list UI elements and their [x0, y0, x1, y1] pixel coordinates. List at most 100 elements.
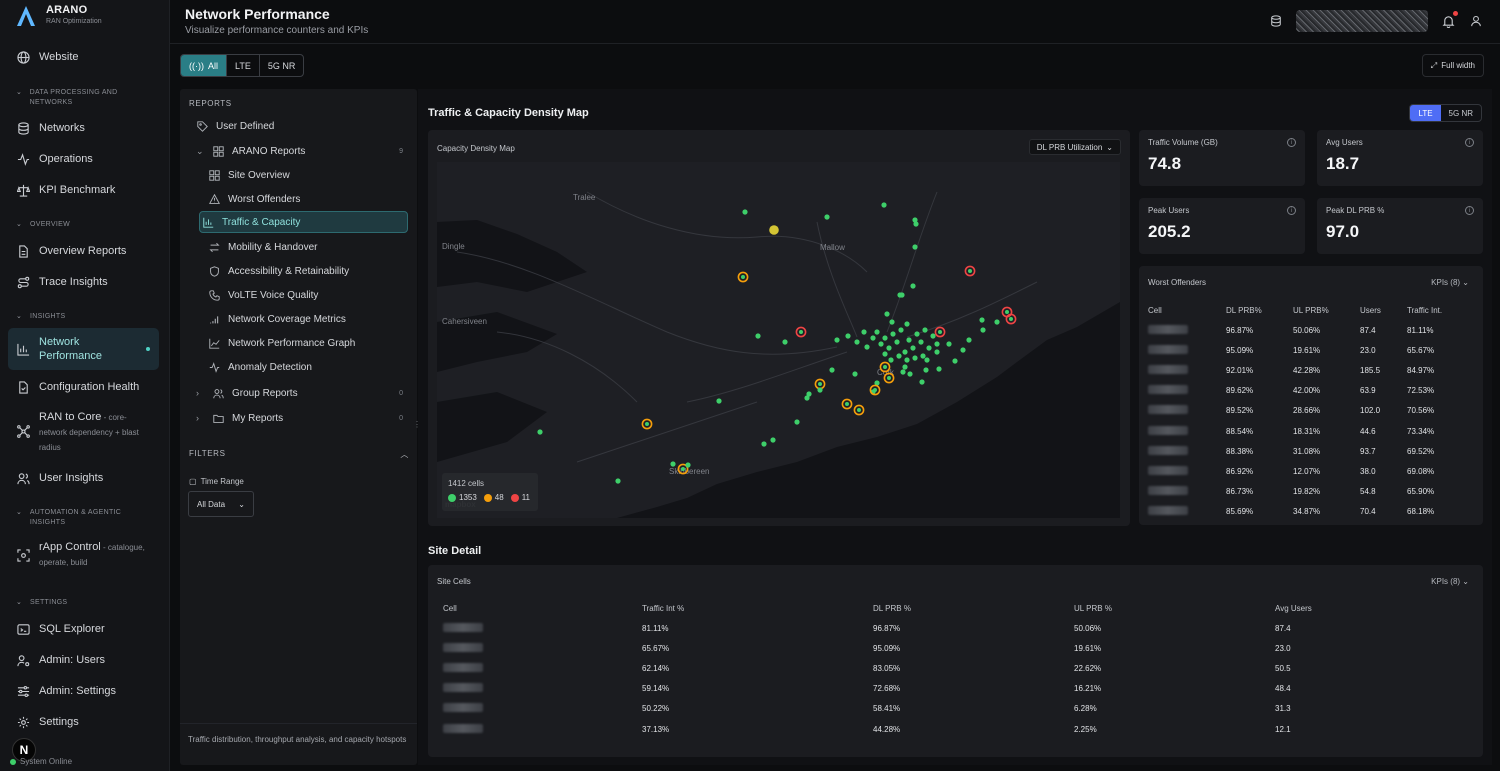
cell-marker[interactable] — [896, 353, 902, 359]
cell-marker[interactable] — [910, 345, 916, 351]
cell-marker[interactable] — [960, 347, 966, 353]
cell-marker[interactable] — [900, 369, 906, 375]
user-icon[interactable] — [1468, 13, 1484, 29]
cell-marker[interactable] — [923, 367, 929, 373]
table-row[interactable]: 89.62% 42.00% 63.9 72.53% — [1148, 381, 1474, 401]
density-map[interactable]: Tralee Dingle Mallow Cahersiveen Cork Sk… — [437, 162, 1120, 518]
info-icon[interactable]: i — [1465, 138, 1474, 147]
table-row[interactable]: 59.14% 72.68% 16.21% 48.4 — [443, 679, 1473, 699]
database-icon[interactable] — [1268, 13, 1284, 29]
cell-marker[interactable] — [890, 331, 896, 337]
table-row[interactable]: 88.54% 18.31% 44.6 73.34% — [1148, 421, 1474, 441]
cell-marker[interactable] — [824, 214, 830, 220]
cell-marker[interactable] — [936, 366, 942, 372]
cell-name-redacted[interactable] — [443, 699, 642, 719]
cell-marker[interactable] — [537, 429, 543, 435]
column-header[interactable]: UL PRB% — [1293, 300, 1360, 320]
cell-marker[interactable] — [979, 317, 985, 323]
full-width-button[interactable]: ⤢ Full width — [1421, 54, 1484, 77]
cell-marker[interactable] — [874, 329, 880, 335]
sidebar-item-ran-to-core[interactable]: RAN to Core - core-network dependency + … — [8, 410, 159, 456]
cell-marker[interactable] — [907, 371, 913, 377]
cell-name-redacted[interactable] — [1148, 502, 1226, 522]
cell-name-redacted[interactable] — [1148, 482, 1226, 502]
cell-marker[interactable] — [852, 371, 858, 377]
report-anomaly-detection[interactable]: Anomaly Detection — [206, 356, 421, 378]
cell-name-redacted[interactable] — [443, 719, 642, 739]
cell-marker[interactable] — [946, 341, 952, 347]
cell-marker[interactable] — [910, 283, 916, 289]
cell-marker[interactable] — [966, 337, 972, 343]
reports-arano-folder[interactable]: ⌄ ARANO Reports 9 — [194, 140, 409, 162]
cell-marker[interactable] — [884, 311, 890, 317]
cell-marker[interactable] — [898, 327, 904, 333]
cell-marker[interactable] — [854, 339, 860, 345]
table-row[interactable]: 92.01% 42.28% 185.5 84.97% — [1148, 360, 1474, 380]
cell-marker[interactable] — [782, 339, 788, 345]
tab-lte[interactable]: LTE — [1410, 105, 1441, 121]
reports-group-folder[interactable]: › Group Reports 0 — [194, 382, 409, 404]
info-icon[interactable]: i — [1287, 206, 1296, 215]
cell-marker[interactable] — [920, 353, 926, 359]
cell-name-redacted[interactable] — [1148, 441, 1226, 461]
section-automation[interactable]: ⌄ AUTOMATION & AGENTIC INSIGHTS — [16, 508, 156, 528]
table-row[interactable]: 89.52% 28.66% 102.0 70.56% — [1148, 401, 1474, 421]
cell-name-redacted[interactable] — [443, 658, 642, 678]
table-row[interactable]: 86.73% 19.82% 54.8 65.90% — [1148, 482, 1474, 502]
brand[interactable]: ARANO RAN Optimization — [16, 4, 102, 27]
sidebar-item-operations[interactable]: Operations — [8, 146, 159, 172]
cell-marker[interactable] — [670, 461, 676, 467]
cell-marker[interactable] — [716, 398, 722, 404]
report-accessibility[interactable]: Accessibility & Retainability — [206, 260, 421, 282]
cell-name-redacted[interactable] — [1148, 461, 1226, 481]
sidebar-item-kpi-benchmark[interactable]: KPI Benchmark — [8, 177, 159, 203]
cell-marker[interactable] — [902, 364, 908, 370]
cell-marker[interactable] — [870, 335, 876, 341]
table-row[interactable]: 50.22% 58.41% 6.28% 31.3 — [443, 699, 1473, 719]
column-header[interactable]: DL PRB % — [873, 598, 1074, 618]
cell-marker[interactable] — [769, 225, 779, 235]
cell-marker[interactable] — [930, 333, 936, 339]
cell-marker[interactable] — [845, 333, 851, 339]
report-traffic-capacity[interactable]: Traffic & Capacity — [199, 211, 408, 233]
cell-marker[interactable] — [889, 319, 895, 325]
cell-marker[interactable] — [899, 292, 905, 298]
cell-marker[interactable] — [615, 478, 621, 484]
section-settings[interactable]: ⌄ SETTINGS — [16, 598, 156, 608]
sidebar-item-admin-settings[interactable]: Admin: Settings — [8, 678, 159, 704]
cell-marker[interactable] — [914, 331, 920, 337]
table-row[interactable]: 65.67% 95.09% 19.61% 23.0 — [443, 638, 1473, 658]
sidebar-item-user-insights[interactable]: User Insights — [8, 465, 159, 491]
cell-name-redacted[interactable] — [443, 638, 642, 658]
cell-marker[interactable] — [861, 329, 867, 335]
kpis-dropdown[interactable]: KPIs (8) ⌄ — [1431, 577, 1469, 586]
table-row[interactable]: 95.09% 19.61% 23.0 65.67% — [1148, 340, 1474, 360]
cell-marker[interactable] — [878, 341, 884, 347]
sidebar-item-sql-explorer[interactable]: SQL Explorer — [8, 616, 159, 642]
time-range-select[interactable]: All Data ⌄ — [188, 491, 254, 517]
reports-my-folder[interactable]: › My Reports 0 — [194, 407, 409, 429]
cell-marker[interactable] — [904, 321, 910, 327]
cell-marker[interactable] — [882, 351, 888, 357]
tab-all[interactable]: ((·)) All — [181, 55, 228, 76]
report-performance-graph[interactable]: Network Performance Graph — [206, 332, 421, 354]
info-icon[interactable]: i — [1287, 138, 1296, 147]
table-row[interactable]: 86.92% 12.07% 38.0 69.08% — [1148, 461, 1474, 481]
cell-name-redacted[interactable] — [1148, 360, 1226, 380]
sidebar-item-configuration-health[interactable]: Configuration Health — [8, 374, 159, 400]
cell-marker[interactable] — [919, 379, 925, 385]
table-row[interactable]: 96.87% 50.06% 87.4 81.11% — [1148, 320, 1474, 340]
cell-marker[interactable] — [894, 339, 900, 345]
report-mobility-handover[interactable]: Mobility & Handover — [206, 236, 421, 258]
map-metric-select[interactable]: DL PRB Utilization ⌄ — [1028, 139, 1121, 155]
report-coverage[interactable]: Network Coverage Metrics — [206, 308, 421, 330]
cell-marker[interactable] — [882, 335, 888, 341]
map-canvas[interactable]: Tralee Dingle Mallow Cahersiveen Cork Sk… — [437, 162, 1120, 518]
report-site-overview[interactable]: Site Overview — [206, 164, 421, 186]
cell-marker[interactable] — [994, 319, 1000, 325]
column-header[interactable]: Traffic Int % — [642, 598, 873, 618]
cell-marker[interactable] — [685, 462, 691, 468]
section-data-processing[interactable]: ⌄ DATA PROCESSING AND NETWORKS — [16, 88, 156, 108]
sidebar-item-settings[interactable]: Settings — [8, 709, 159, 735]
cell-marker[interactable] — [770, 437, 776, 443]
